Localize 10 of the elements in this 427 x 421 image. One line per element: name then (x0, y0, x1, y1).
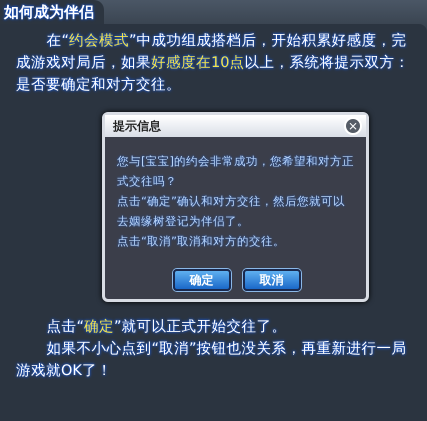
dialog-message: 点击“取消”取消和对方的交往。 (117, 233, 286, 250)
dialog-button[interactable]: 取消 (242, 269, 300, 291)
dialog-message: 点击“确定”确认和对方交往，然后您就可以去姻缘树登记为伴侣了。 (117, 193, 346, 230)
intro-paragraph: 在“约会模式”中成功组成搭档后，开始积累好感度，完成游戏对局后，如果好感度在10点以上，系统将提示双方：是否要确定和对方交往。 (16, 32, 410, 95)
dialog-message: 您与[宝宝]的约会非常成功，您希望和对方正式交往吗？ (117, 153, 355, 190)
outro-paragraph: 如果不小心点到“取消”按钮也没关系，再重新进行一局游戏就OK了！ (16, 340, 408, 381)
dialog-title: 提示信息 (113, 118, 161, 134)
close-button[interactable]: × (344, 117, 362, 135)
outro-paragraph: 点击“确定”就可以正式开始交往了。 (45, 318, 288, 337)
dialog-button[interactable]: 确定 (172, 269, 230, 291)
